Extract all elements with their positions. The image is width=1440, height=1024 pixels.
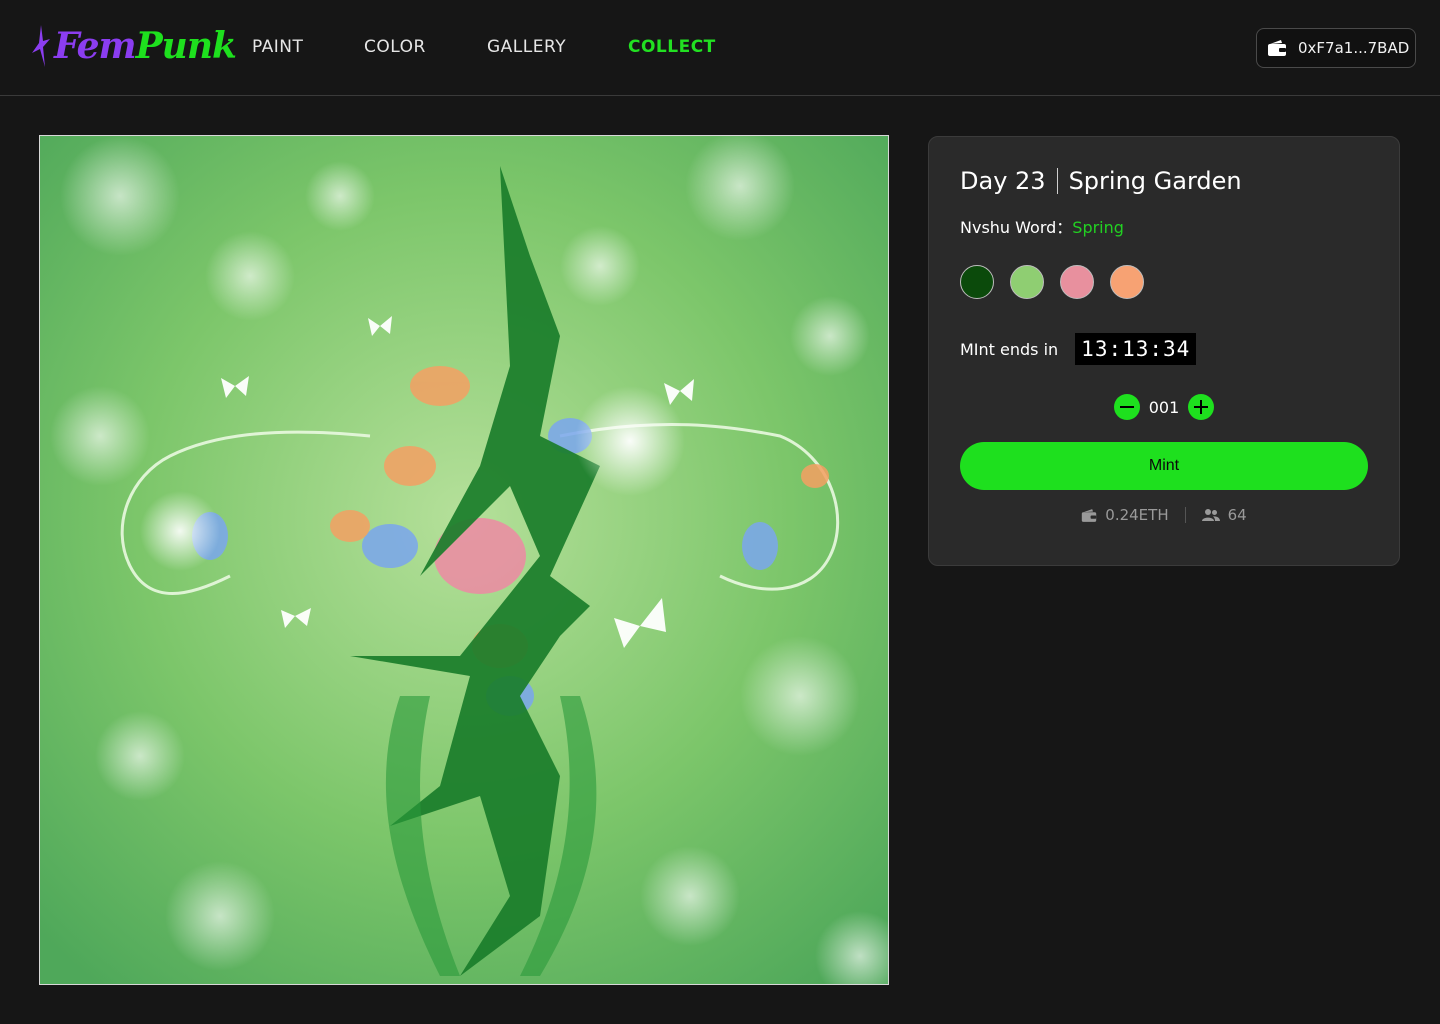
logo-text: FemPunk — [54, 25, 237, 67]
users-icon — [1201, 509, 1220, 521]
mint-ends-label: MInt ends in — [960, 339, 1059, 359]
holders-stat: 64 — [1201, 506, 1247, 524]
top-header: FemPunk PAINT COLOR GALLERY COLLECT 0xF7… — [0, 0, 1440, 96]
wallet-small-icon — [1082, 508, 1097, 522]
artwork-illustration — [40, 136, 888, 984]
mint-panel: Day 23 Spring Garden Nvshu Word：Spring M… — [928, 136, 1400, 566]
countdown-timer: 13:13:34 — [1075, 333, 1197, 365]
logo-text-punk: Punk — [135, 25, 237, 67]
nav-paint[interactable]: PAINT — [252, 37, 303, 57]
nav-color[interactable]: COLOR — [364, 37, 426, 57]
logo-glyph-icon — [32, 25, 50, 67]
artwork-name: Spring Garden — [1068, 167, 1242, 195]
holders-count: 64 — [1227, 506, 1247, 524]
increase-quantity-button[interactable] — [1188, 394, 1214, 420]
logo-text-fem: Fem — [54, 25, 137, 67]
nav-gallery[interactable]: GALLERY — [487, 37, 566, 57]
plus-icon — [1199, 400, 1203, 414]
nvshu-word-row: Nvshu Word：Spring — [960, 214, 1124, 238]
price-value: 0.24ETH — [1105, 506, 1169, 524]
artwork-title: Day 23 Spring Garden — [960, 167, 1242, 195]
mint-ends-row: MInt ends in 13:13:34 — [960, 333, 1197, 365]
color-swatch-light-green[interactable] — [1010, 265, 1044, 299]
nvshu-word-value: Spring — [1072, 218, 1124, 237]
color-swatch-peach[interactable] — [1110, 265, 1144, 299]
quantity-stepper: 001 — [1114, 394, 1214, 420]
wallet-address: 0xF7a1...7BAD — [1298, 39, 1410, 57]
nav-collect[interactable]: COLLECT — [628, 37, 716, 57]
quantity-value: 001 — [1148, 397, 1180, 417]
color-palette — [960, 265, 1160, 299]
stats-divider — [1184, 507, 1186, 523]
mint-stats: 0.24ETH 64 — [929, 506, 1399, 524]
wallet-button[interactable]: 0xF7a1...7BAD — [1256, 28, 1416, 68]
minus-icon — [1120, 406, 1134, 409]
wallet-icon — [1268, 40, 1286, 56]
title-divider — [1056, 168, 1058, 194]
day-label: Day 23 — [960, 167, 1046, 195]
artwork-image — [39, 135, 889, 985]
color-swatch-dark-green[interactable] — [960, 265, 994, 299]
fempunk-logo[interactable]: FemPunk — [30, 20, 237, 72]
color-swatch-pink[interactable] — [1060, 265, 1094, 299]
nvshu-word-label: Nvshu Word： — [960, 218, 1073, 237]
price-stat: 0.24ETH — [1081, 506, 1169, 524]
decrease-quantity-button[interactable] — [1114, 394, 1140, 420]
mint-button[interactable]: Mint — [960, 442, 1368, 490]
